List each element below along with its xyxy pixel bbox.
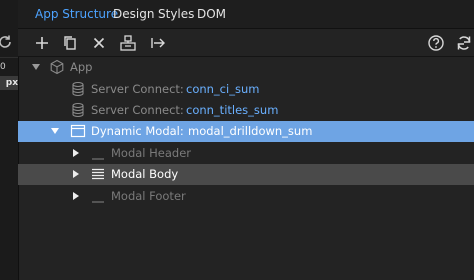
modal-window-icon bbox=[70, 124, 86, 138]
tree-node-label: Modal Body bbox=[111, 167, 179, 181]
refresh-icon[interactable] bbox=[0, 33, 14, 51]
add-button[interactable] bbox=[32, 33, 52, 53]
structure-toolbar bbox=[18, 29, 474, 57]
move-to-icon bbox=[151, 38, 165, 48]
help-button[interactable] bbox=[426, 33, 446, 53]
tab-design[interactable]: Design bbox=[113, 7, 154, 21]
footer-section-icon bbox=[92, 201, 104, 203]
component-icon bbox=[120, 35, 136, 51]
tree-node-type: Server Connect: bbox=[91, 103, 184, 117]
expand-caret[interactable] bbox=[73, 149, 79, 157]
add-icon bbox=[36, 37, 48, 49]
refresh-icon bbox=[457, 36, 471, 50]
header-section-icon bbox=[92, 158, 104, 160]
database-icon bbox=[72, 102, 84, 118]
tree-node-type: Server Connect: bbox=[91, 82, 184, 96]
component-button[interactable] bbox=[118, 33, 138, 53]
tree-node-name: conn_ci_sum bbox=[186, 82, 260, 96]
help-icon bbox=[428, 35, 444, 51]
tree-node-label: App bbox=[70, 60, 93, 74]
tab-app-structure[interactable]: App Structure bbox=[35, 7, 118, 21]
tab-styles[interactable]: Styles bbox=[158, 7, 194, 21]
divider bbox=[0, 57, 18, 58]
tree-node-modal-footer[interactable]: Modal Footer bbox=[18, 186, 474, 207]
tree-node-server-connect-1[interactable]: Server Connect: conn_ci_sum bbox=[18, 79, 474, 100]
move-to-button[interactable] bbox=[148, 33, 168, 53]
tree-node-dynamic-modal[interactable]: Dynamic Modal: modal_drilldown_sum bbox=[18, 121, 474, 142]
duplicate-button[interactable] bbox=[60, 33, 80, 53]
duplicate-icon bbox=[64, 36, 76, 50]
delete-button[interactable] bbox=[89, 33, 109, 53]
panel-tabbar: App Structure Design Styles DOM bbox=[18, 0, 474, 29]
delete-icon bbox=[93, 37, 105, 49]
body-lines-icon bbox=[92, 168, 104, 180]
database-icon bbox=[72, 81, 84, 97]
tree-node-type: Dynamic Modal: bbox=[91, 124, 184, 138]
expand-caret[interactable] bbox=[51, 128, 59, 134]
tree-node-server-connect-2[interactable]: Server Connect: conn_titles_sum bbox=[18, 100, 474, 121]
side-label: 0 bbox=[0, 62, 6, 72]
tree-node-modal-body[interactable]: Modal Body bbox=[18, 164, 474, 185]
tree-node-name: modal_drilldown_sum bbox=[188, 124, 313, 138]
unit-badge[interactable]: px bbox=[0, 76, 18, 90]
tree-node-name: conn_titles_sum bbox=[186, 103, 279, 117]
expand-caret[interactable] bbox=[73, 170, 79, 178]
tree-node-label: Modal Header bbox=[111, 146, 192, 160]
expand-caret[interactable] bbox=[32, 64, 40, 70]
tab-dom[interactable]: DOM bbox=[197, 7, 226, 21]
tree-node-label: Modal Footer bbox=[111, 189, 186, 203]
tree-node-app[interactable]: App bbox=[18, 57, 474, 78]
expand-caret[interactable] bbox=[73, 192, 79, 200]
refresh-button[interactable] bbox=[454, 33, 474, 53]
app-cube-icon bbox=[50, 59, 64, 75]
adjacent-panel: 0 px bbox=[0, 0, 19, 280]
tree-node-modal-header[interactable]: Modal Header bbox=[18, 143, 474, 164]
